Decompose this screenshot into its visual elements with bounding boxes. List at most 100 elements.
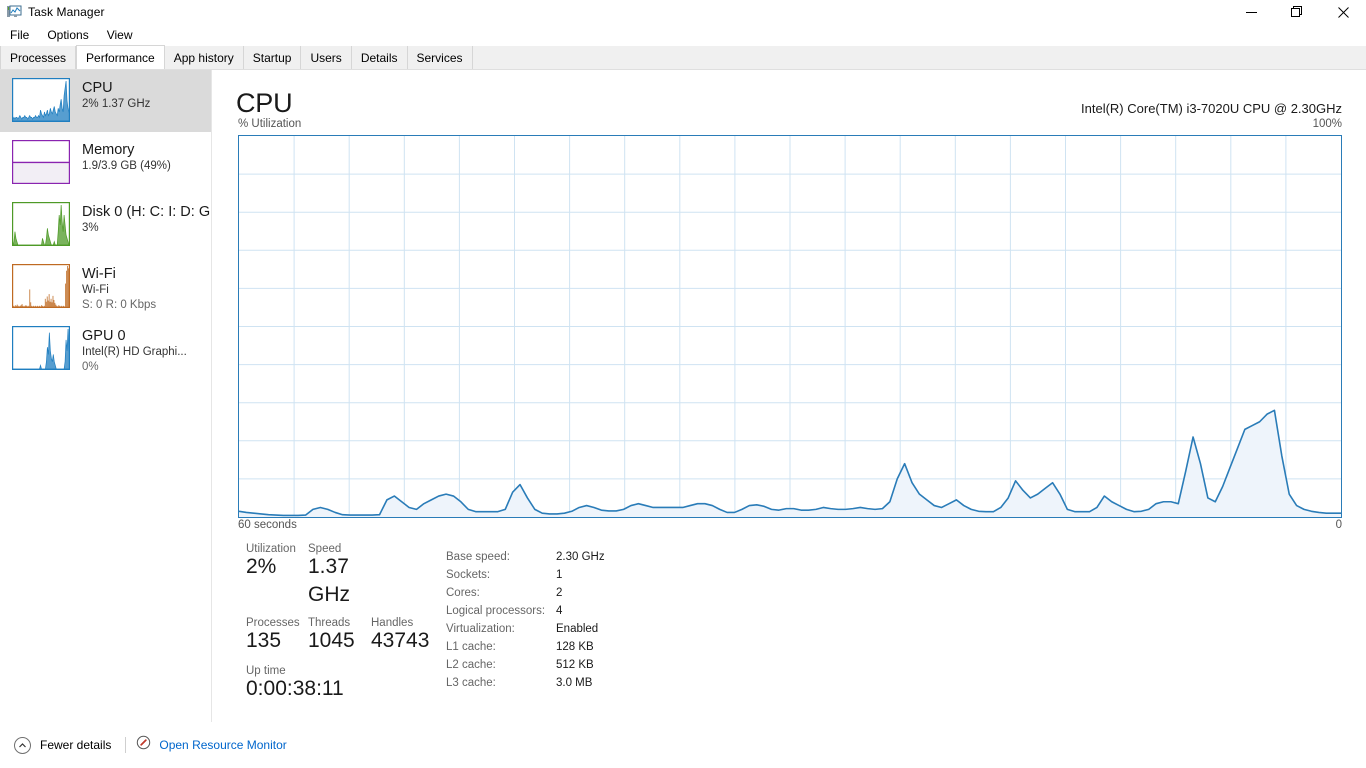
spec-row: Logical processors: 4 (446, 602, 776, 620)
sidebar-item-wi[interactable]: Wi-Fi Wi-Fi S: 0 R: 0 Kbps (0, 256, 211, 318)
spec-key: L3 cache: (446, 677, 496, 689)
sidebar-item-memory[interactable]: Memory 1.9/3.9 GB (49%) (0, 132, 211, 194)
spec-value: 1 (556, 569, 563, 581)
open-resource-monitor-link[interactable]: Open Resource Monitor (159, 738, 286, 752)
cpu-primary-stats: Utilization Speed 2% 1.37 GHz Processes … (246, 543, 441, 703)
tab-strip: Processes Performance App history Startu… (0, 45, 1366, 70)
spec-row: L3 cache: 3.0 MB (446, 674, 776, 692)
footer-bar: Fewer details Open Resource Monitor (0, 722, 1366, 768)
task-manager-window: Task Manager File Options View Processes… (0, 0, 1366, 768)
tab-services[interactable]: Services (407, 46, 473, 69)
sidebar-item-detail-1: 3% (82, 222, 99, 234)
tab-users[interactable]: Users (301, 46, 352, 69)
sidebar-item-label: CPU (82, 80, 113, 96)
spec-key: L2 cache: (446, 659, 496, 671)
sidebar-text-2: Disk 0 (H: C: I: D: G 3% (82, 202, 210, 236)
sidebar-text-3: Wi-Fi Wi-Fi S: 0 R: 0 Kbps (82, 264, 156, 313)
utilization-value: 2% (246, 555, 277, 578)
window-controls (1228, 0, 1366, 24)
sidebar-thumbnail-1 (12, 140, 70, 184)
stats-row1-values: 2% 1.37 GHz (246, 553, 441, 609)
sidebar-thumbnail-4 (12, 326, 70, 370)
tab-strip-filler (472, 46, 1366, 69)
tab-performance[interactable]: Performance (76, 45, 165, 69)
sidebar-thumbnail-3 (12, 264, 70, 308)
x-axis-start-label: 60 seconds (238, 519, 297, 531)
sidebar-item-label: Memory (82, 142, 135, 158)
fewer-details-label: Fewer details (40, 738, 112, 752)
menu-bar: File Options View (0, 24, 1366, 46)
sidebar-item-detail-1: Wi-Fi (82, 284, 109, 296)
spec-row: L2 cache: 512 KB (446, 656, 776, 674)
handles-value: 43743 (371, 629, 430, 652)
cpu-utilization-chart (239, 136, 1341, 517)
sidebar-text-0: CPU 2% 1.37 GHz (82, 78, 150, 112)
page-title: CPU (236, 88, 293, 118)
sidebar-item-label: GPU 0 (82, 328, 126, 344)
graph-top-axis: % Utilization 100% (238, 118, 1342, 135)
spec-value: 4 (556, 605, 563, 617)
cpu-utilization-graph[interactable] (238, 135, 1342, 518)
sidebar-thumbnail-2 (12, 202, 70, 246)
threads-value: 1045 (308, 629, 355, 652)
minimize-button[interactable] (1228, 0, 1274, 24)
sidebar-item-disk[interactable]: Disk 0 (H: C: I: D: G 3% (0, 194, 211, 256)
cpu-spec-list: Base speed: 2.30 GHz Sockets: 1 Cores: 2 Logic… (446, 548, 776, 692)
cpu-model-label: Intel(R) Core(TM) i3-7020U CPU @ 2.30GHz (1081, 101, 1342, 116)
spec-row: L1 cache: 128 KB (446, 638, 776, 656)
spec-value: 2.30 GHz (556, 551, 605, 563)
menu-options[interactable]: Options (39, 25, 96, 45)
tab-details[interactable]: Details (351, 46, 408, 69)
spec-row: Virtualization: Enabled (446, 620, 776, 638)
spec-key: L1 cache: (446, 641, 496, 653)
spec-key: Base speed: (446, 551, 510, 563)
tab-app-history[interactable]: App history (164, 46, 244, 69)
cpu-detail-panel: CPU Intel(R) Core(TM) i3-7020U CPU @ 2.3… (212, 70, 1366, 722)
cpu-stats: Utilization Speed 2% 1.37 GHz Processes … (238, 543, 1366, 700)
sidebar-item-label: Wi-Fi (82, 266, 116, 282)
spec-key: Logical processors: (446, 605, 546, 617)
spec-row: Base speed: 2.30 GHz (446, 548, 776, 566)
menu-view[interactable]: View (99, 25, 141, 45)
y-axis-max-label: 100% (1312, 118, 1342, 130)
spec-key: Sockets: (446, 569, 491, 581)
spec-value: 512 KB (556, 659, 594, 671)
speed-value: 1.37 GHz (308, 555, 350, 606)
resource-sidebar[interactable]: CPU 2% 1.37 GHz Memory 1.9/3.9 GB (49%) Disk… (0, 70, 212, 722)
spec-key: Virtualization: (446, 623, 515, 635)
x-axis-end-label: 0 (1335, 519, 1342, 531)
uptime-value: 0:00:38:11 (246, 677, 344, 700)
menu-file[interactable]: File (2, 25, 37, 45)
sidebar-item-cpu[interactable]: CPU 2% 1.37 GHz (0, 70, 211, 132)
spec-key: Cores: (446, 587, 480, 599)
task-manager-icon (6, 4, 22, 20)
close-button[interactable] (1320, 0, 1366, 24)
resource-monitor-icon (136, 735, 151, 755)
tab-processes[interactable]: Processes (0, 46, 77, 69)
spec-row: Sockets: 1 (446, 566, 776, 584)
maximize-button[interactable] (1274, 0, 1320, 24)
sidebar-thumbnail-0 (12, 78, 70, 122)
panel-header: CPU Intel(R) Core(TM) i3-7020U CPU @ 2.3… (212, 70, 1366, 118)
sidebar-text-1: Memory 1.9/3.9 GB (49%) (82, 140, 171, 174)
sidebar-text-4: GPU 0 Intel(R) HD Graphi... 0% (82, 326, 187, 375)
stats-row3-values: 0:00:38:11 (246, 675, 441, 703)
spec-value: 3.0 MB (556, 677, 593, 689)
spec-value: 2 (556, 587, 563, 599)
sidebar-item-detail-2: S: 0 R: 0 Kbps (82, 299, 157, 311)
sidebar-item-detail-2: 0% (82, 361, 99, 373)
spec-value: 128 KB (556, 641, 594, 653)
y-axis-label: % Utilization (238, 118, 302, 130)
processes-value: 135 (246, 629, 282, 652)
spec-value: Enabled (556, 623, 599, 635)
tab-startup[interactable]: Startup (243, 46, 302, 69)
sidebar-item-gpu[interactable]: GPU 0 Intel(R) HD Graphi... 0% (0, 318, 211, 380)
content-area: CPU 2% 1.37 GHz Memory 1.9/3.9 GB (49%) Disk… (0, 70, 1366, 722)
title-bar: Task Manager (0, 0, 1366, 24)
sidebar-item-detail-1: 2% 1.37 GHz (82, 98, 151, 110)
stats-row2-values: 135 1045 43743 (246, 627, 441, 655)
graph-bottom-axis: 60 seconds 0 (238, 519, 1342, 537)
fewer-details-button[interactable]: Fewer details (10, 734, 115, 757)
sidebar-item-label: Disk 0 (H: C: I: D: G (82, 204, 211, 220)
spec-row: Cores: 2 (446, 584, 776, 602)
